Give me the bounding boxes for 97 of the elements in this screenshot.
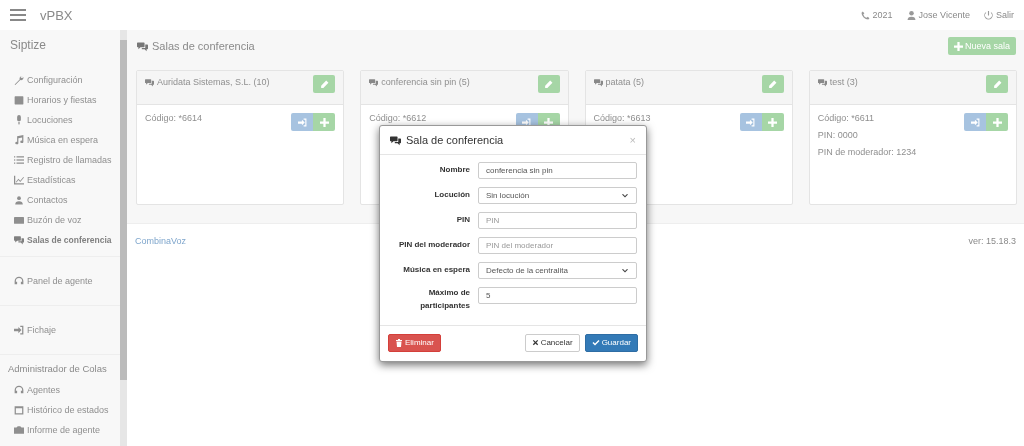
plus-icon: [953, 41, 963, 51]
join-button[interactable]: [964, 113, 986, 131]
plus-icon: [992, 117, 1002, 127]
cancel-button[interactable]: Cancelar: [524, 333, 580, 352]
app-title: vPBX: [40, 7, 73, 23]
room-title: Auridata Sistemas, S.L. (10): [145, 77, 270, 87]
chat-icon: [145, 77, 154, 87]
add-button[interactable]: [986, 113, 1008, 131]
page-title: Salas de conferencia: [152, 40, 255, 52]
checkmark-icon: [591, 338, 600, 347]
field-label: Máximo de participantes: [419, 287, 470, 312]
plus-icon: [319, 117, 329, 127]
dropdown[interactable]: Defecto de la centralita: [478, 262, 637, 279]
sidebar-item[interactable]: Contactos: [0, 190, 120, 210]
list-icon: [14, 155, 24, 165]
room-title: conferencia sin pin (5): [369, 77, 470, 87]
delete-button[interactable]: Eliminar: [388, 333, 441, 352]
room-detail: Código: *6611: [817, 113, 876, 123]
chat-icon: [817, 77, 827, 87]
room-detail: PIN: 0000: [817, 130, 859, 140]
field-label: PIN: [455, 214, 470, 227]
sidebar-heading: Administrador de Colas: [7, 362, 108, 376]
room-detail: Código: *6612: [369, 113, 427, 123]
version-text: ver: 15.18.3: [968, 236, 1016, 246]
sign-in-icon: [970, 117, 980, 127]
add-button[interactable]: [761, 113, 784, 131]
sidebar-item[interactable]: Estadísticas: [0, 170, 120, 190]
sidebar-item[interactable]: Fichaje: [0, 320, 120, 340]
headset-icon: [14, 276, 24, 286]
caret-icon: [621, 191, 629, 200]
power-icon: [984, 10, 993, 20]
sidebar-item[interactable]: Agentes: [0, 380, 120, 400]
dropdown[interactable]: Sin locución: [478, 187, 637, 204]
sidebar-item[interactable]: Informe de agente: [0, 420, 120, 440]
chat-icon: [369, 77, 379, 87]
join-button[interactable]: [739, 113, 762, 131]
room-detail: Código: *6614: [145, 113, 203, 123]
footer-link[interactable]: CombinaVoz: [135, 236, 187, 246]
microphone-icon: [14, 115, 24, 125]
users-icon: [14, 195, 24, 205]
extension-link[interactable]: 2021: [860, 10, 893, 20]
room-title: test (3): [817, 77, 858, 87]
headset-icon: [14, 385, 24, 395]
sidebar-item[interactable]: Horarios y fiestas: [0, 90, 120, 110]
input-field[interactable]: conferencia sin pin: [478, 162, 637, 179]
room-title: patata (5): [593, 77, 645, 87]
field-label: PIN del moderador: [397, 239, 470, 252]
field-label: Nombre: [438, 164, 470, 177]
pencil-icon: [544, 79, 553, 89]
pencil-icon: [768, 79, 778, 89]
edit-button[interactable]: [986, 75, 1008, 93]
input-field[interactable]: 5: [478, 287, 637, 304]
sidebar-title: Siptize: [9, 37, 48, 54]
close-icon: [531, 339, 539, 347]
add-button[interactable]: [313, 113, 336, 131]
pencil-icon: [319, 79, 329, 89]
sign-in-icon: [746, 117, 756, 127]
edit-button[interactable]: [313, 75, 336, 93]
music-note-icon: [14, 135, 24, 145]
join-button[interactable]: [291, 113, 314, 131]
phone-icon: [860, 10, 870, 20]
sidebar-item[interactable]: Música en espera: [0, 130, 120, 150]
chat-icon: [14, 235, 24, 245]
edit-button[interactable]: [761, 75, 784, 93]
wrench-icon: [14, 75, 24, 85]
plus-icon: [768, 117, 778, 127]
field-label: Locución: [433, 189, 470, 202]
room-detail: Código: *6613: [593, 113, 651, 123]
input-field[interactable]: PIN del moderador: [478, 237, 637, 254]
chat-icon: [137, 40, 148, 52]
pencil-icon: [992, 79, 1002, 89]
edit-button[interactable]: [537, 75, 560, 93]
chat-icon: [390, 134, 401, 146]
menu-icon[interactable]: [10, 9, 26, 21]
trash-icon: [395, 338, 403, 347]
sidebar-item[interactable]: Configuración: [0, 70, 120, 90]
user-link[interactable]: Jose Vicente: [906, 10, 970, 20]
user-icon: [906, 10, 916, 20]
sidebar-item[interactable]: Registro de llamadas: [0, 150, 120, 170]
field-label: Música en espera: [402, 264, 470, 277]
chat-icon: [593, 77, 603, 87]
sidebar-item[interactable]: Panel de agente: [0, 271, 120, 291]
save-button[interactable]: Guardar: [584, 333, 638, 352]
sidebar-item[interactable]: Buzón de voz: [0, 210, 120, 230]
dialog-title: Sala de conferencia: [406, 134, 505, 146]
sidebar-item[interactable]: Locuciones: [0, 110, 120, 130]
sidebar-item[interactable]: Salas de conferencia: [0, 230, 120, 250]
caret-icon: [621, 266, 629, 275]
input-field[interactable]: PIN: [478, 212, 637, 229]
scrollbar-thumb[interactable]: [120, 40, 127, 380]
sign-in-icon: [297, 117, 307, 127]
sign-in-icon: [14, 325, 24, 335]
sidebar-item[interactable]: Histórico de estados: [0, 400, 120, 420]
close-button[interactable]: ×: [629, 134, 636, 146]
logout-link[interactable]: Salir: [984, 10, 1014, 20]
room-detail: PIN de moderador: 1234: [817, 147, 917, 157]
chart-icon: [14, 175, 24, 185]
